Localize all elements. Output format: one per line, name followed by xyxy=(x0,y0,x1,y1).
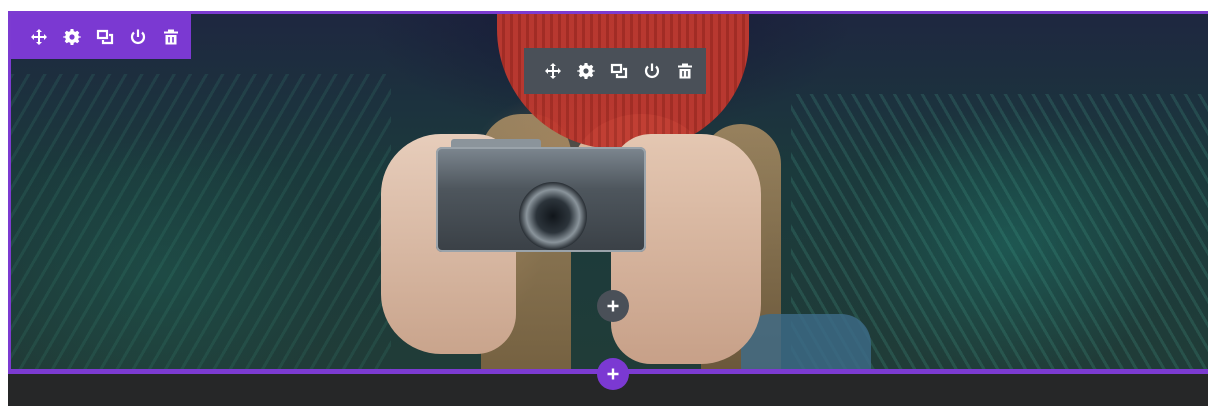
power-icon xyxy=(130,29,145,44)
add-module-button[interactable] xyxy=(597,290,629,322)
row-duplicate-button[interactable] xyxy=(602,55,635,87)
photo-camera-lens xyxy=(519,182,587,250)
row-settings-button[interactable] xyxy=(569,55,602,87)
gear-icon xyxy=(62,28,81,45)
add-section-button[interactable] xyxy=(597,358,629,390)
section-move-button[interactable] xyxy=(22,21,55,53)
power-icon xyxy=(644,63,659,78)
plus-icon xyxy=(607,368,619,380)
section-delete-button[interactable] xyxy=(154,21,187,53)
gear-icon xyxy=(576,63,595,79)
section-duplicate-button[interactable] xyxy=(88,21,121,53)
plus-icon xyxy=(607,300,619,312)
move-icon xyxy=(544,63,561,79)
section-disable-button[interactable] xyxy=(121,21,154,53)
move-icon xyxy=(30,28,47,45)
trash-icon xyxy=(677,63,692,79)
photo-jacket xyxy=(741,314,871,369)
section-settings-button[interactable] xyxy=(55,21,88,53)
duplicate-icon xyxy=(610,63,627,79)
section-toolbar xyxy=(11,14,191,59)
row-disable-button[interactable] xyxy=(635,55,668,87)
row-toolbar xyxy=(524,48,706,94)
row-move-button[interactable] xyxy=(536,55,569,87)
background-foliage-left xyxy=(11,74,391,369)
row-delete-button[interactable] xyxy=(668,55,701,87)
duplicate-icon xyxy=(96,29,113,44)
trash-icon xyxy=(163,29,178,44)
page-builder-canvas xyxy=(0,0,1208,406)
